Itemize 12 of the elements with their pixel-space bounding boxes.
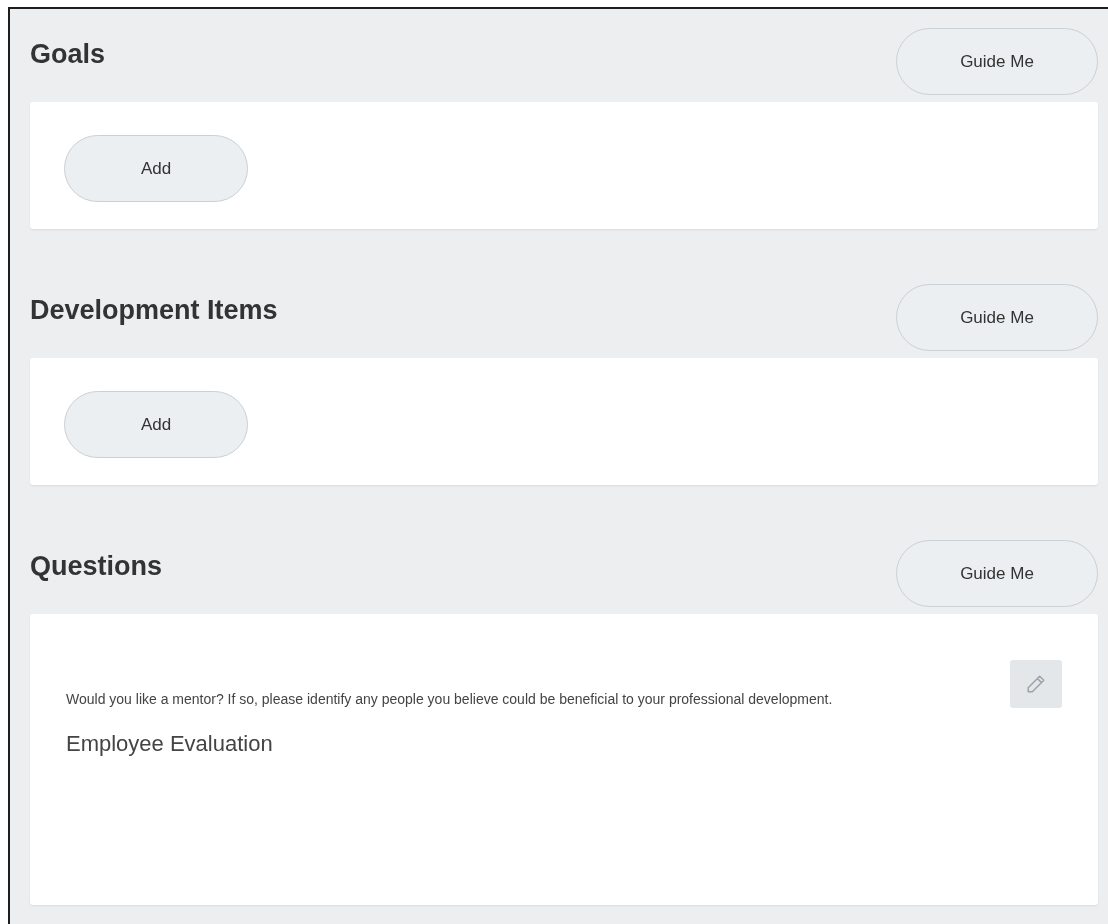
section-heading: Goals xyxy=(30,39,106,70)
guide-me-button[interactable]: Guide Me xyxy=(896,28,1098,95)
guide-me-button[interactable]: Guide Me xyxy=(896,284,1098,351)
pencil-icon xyxy=(1025,673,1047,695)
guide-me-button[interactable]: Guide Me xyxy=(896,540,1098,607)
section-heading: Questions xyxy=(30,551,163,582)
answer-text: Employee Evaluation xyxy=(66,731,273,757)
add-button[interactable]: Add xyxy=(64,391,248,458)
edit-button[interactable] xyxy=(1010,660,1062,708)
add-button[interactable]: Add xyxy=(64,135,248,202)
section-heading: Development Items xyxy=(30,295,278,326)
question-text: Would you like a mentor? If so, please identify any people you believe could be beneficial to your professional development. xyxy=(66,690,833,709)
